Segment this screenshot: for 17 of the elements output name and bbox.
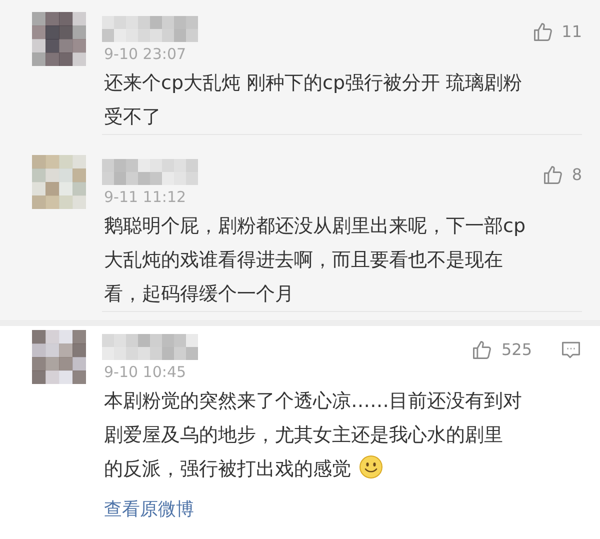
comment-time: 9-11 11:12 [104,187,188,207]
like-count: 11 [562,21,582,43]
avatar [32,155,86,209]
comment-time: 9-10 10:45 [104,362,188,382]
comment-time: 9-10 23:07 [104,44,188,64]
comment-text: 本剧粉觉的突然来了个透心凉……目前还没有到对 剧爱屋及乌的地步，尤其女主还是我心水的剧里 的反派，强行被打出戏的感觉 [104,389,523,482]
view-original-link[interactable]: 查看原微博 [104,496,194,523]
comment-text: 还来个cp大乱炖 刚种下的cp强行被分开 琉璃剧粉 受不了 [104,71,524,130]
thumbs-up-icon[interactable] [471,339,494,361]
comment-icon[interactable] [560,339,582,361]
thumbs-up-icon[interactable] [532,21,554,43]
like-count: 8 [572,164,582,186]
thumbs-up-icon[interactable] [542,164,564,186]
avatar [32,12,86,66]
avatar [32,330,86,384]
comment-text: 鹅聪明个屁，剧粉都还没从剧里出来呢，下一部cp 大乱炖的戏谁看得进去啊，而且要看也不是现在 看，起码得缓个一个月 [104,214,527,307]
like-count: 525 [501,339,532,361]
